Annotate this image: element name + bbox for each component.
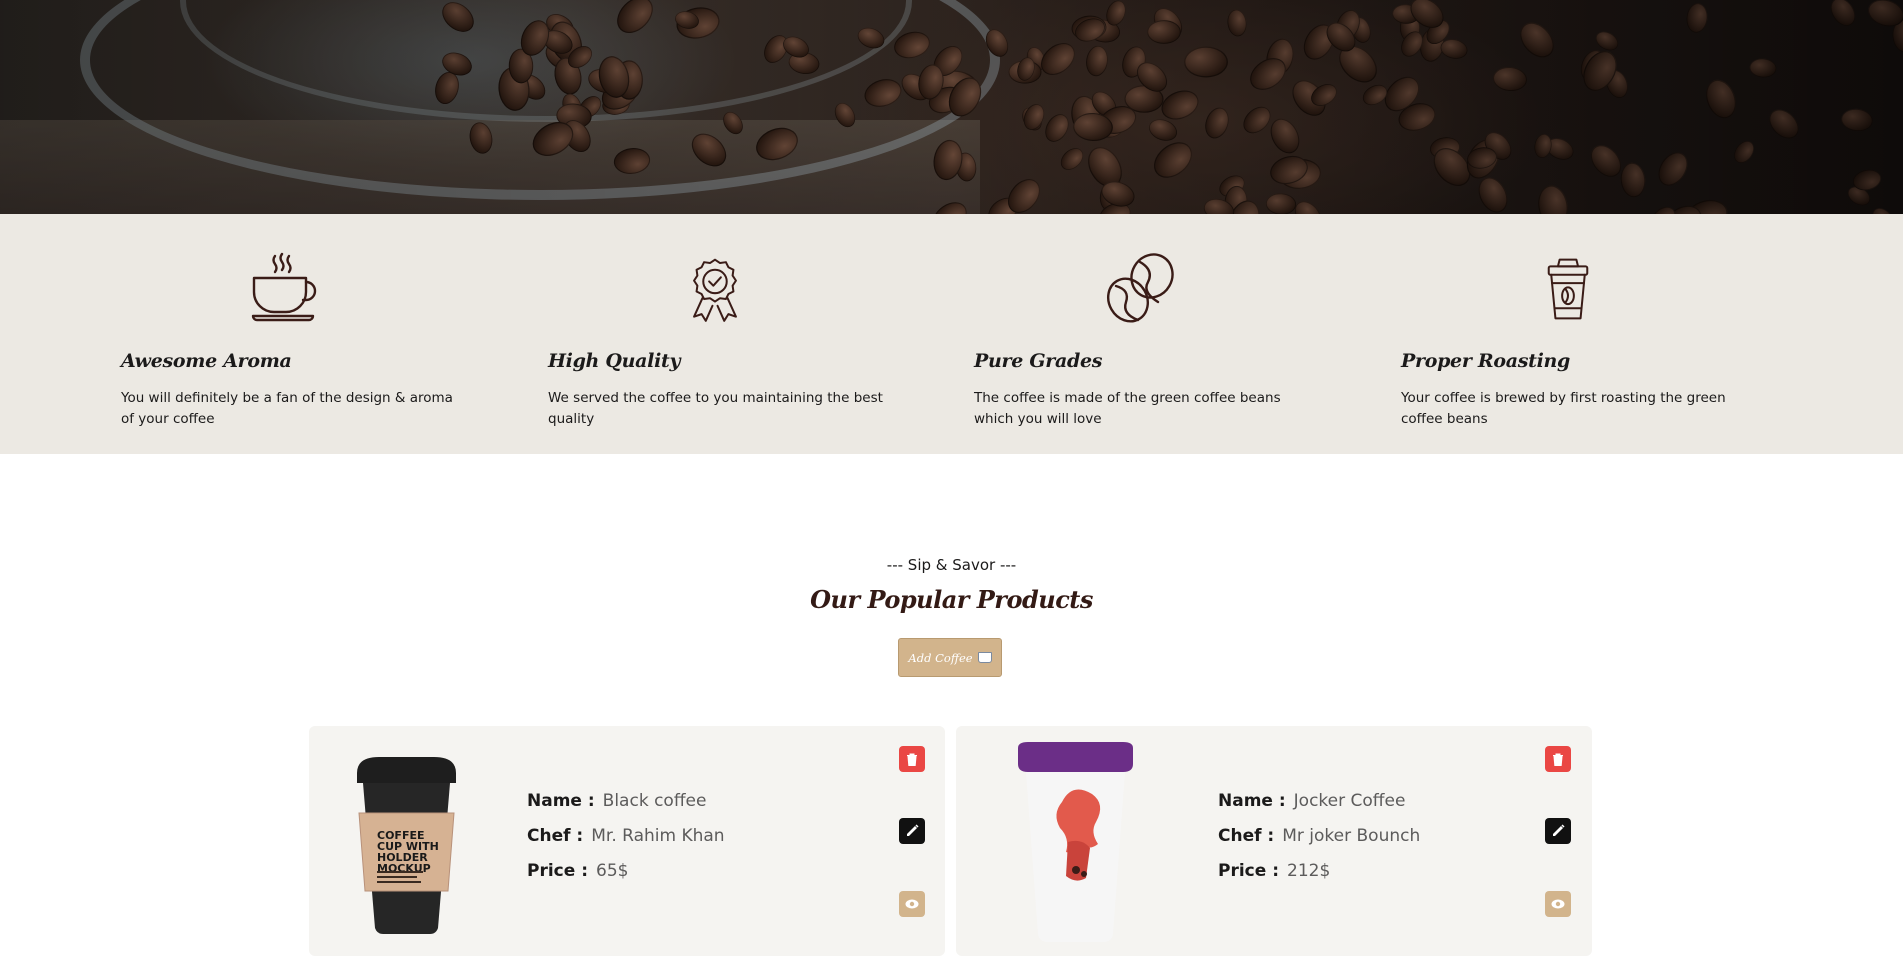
feature-title: High Quality — [548, 350, 681, 372]
edit-button[interactable] — [1545, 818, 1571, 844]
product-price-row: Price : 212$ — [1218, 861, 1330, 881]
feature-title: Awesome Aroma — [121, 350, 292, 372]
name-label: Name : — [527, 791, 595, 811]
product-price: 212$ — [1287, 861, 1331, 881]
feature-title: Pure Grades — [974, 350, 1103, 372]
delete-button[interactable] — [899, 746, 925, 772]
feature-pure-grades: Pure Grades The coffee is made of the gr… — [974, 214, 1334, 454]
coffee-cup-icon — [251, 252, 317, 322]
product-price: 65$ — [596, 861, 629, 881]
product-name-row: Name : Jocker Coffee — [1218, 791, 1405, 811]
feature-title: Proper Roasting — [1401, 350, 1571, 372]
section-title: Our Popular Products — [810, 585, 1093, 614]
add-coffee-button[interactable]: Add Coffee — [898, 638, 1002, 677]
price-label: Price : — [527, 861, 588, 881]
cup-icon — [977, 652, 992, 663]
view-button[interactable] — [899, 891, 925, 917]
trash-icon — [1553, 753, 1563, 766]
product-image: COFFEE CUP WITH HOLDER MOCKUP — [349, 751, 464, 936]
feature-text: The coffee is made of the green coffee b… — [974, 390, 1281, 427]
product-chef-row: Chef : Mr. Rahim Khan — [527, 826, 725, 846]
takeaway-cup-icon — [1547, 258, 1589, 320]
product-name: Black coffee — [602, 791, 707, 811]
coffee-bean-icon — [1107, 253, 1174, 323]
pencil-icon — [1553, 824, 1565, 836]
chef-label: Chef : — [527, 826, 584, 846]
edit-button[interactable] — [899, 818, 925, 844]
feature-text: We served the coffee to you maintaining … — [548, 390, 883, 427]
feature-text: Your coffee is brewed by first roasting … — [1401, 390, 1726, 427]
product-price-row: Price : 65$ — [527, 861, 628, 881]
add-coffee-label: Add Coffee — [908, 650, 973, 665]
feature-text: You will definitely be a fan of the desi… — [121, 390, 453, 427]
eye-icon — [1551, 899, 1565, 909]
features-section: Awesome Aroma You will definitely be a f… — [0, 214, 1903, 454]
product-name-row: Name : Black coffee — [527, 791, 706, 811]
trash-icon — [907, 753, 917, 766]
product-card: Name : Jocker Coffee Chef : Mr joker Bounc… — [956, 726, 1592, 956]
product-card: COFFEE CUP WITH HOLDER MOCKUP Name : Black c… — [309, 726, 945, 956]
chef-label: Chef : — [1218, 826, 1275, 846]
view-button[interactable] — [1545, 891, 1571, 917]
feature-high-quality: High Quality We served the coffee to you… — [548, 214, 908, 454]
feature-proper-roasting: Proper Roasting Your coffee is brewed by… — [1401, 214, 1761, 454]
feature-awesome-aroma: Awesome Aroma You will definitely be a f… — [121, 214, 481, 454]
price-label: Price : — [1218, 861, 1279, 881]
product-chef-row: Chef : Mr joker Bounch — [1218, 826, 1420, 846]
product-chef: Mr. Rahim Khan — [591, 826, 725, 846]
hero-banner — [0, 0, 1903, 214]
pencil-icon — [907, 824, 919, 836]
section-subtitle: --- Sip & Savor --- — [886, 556, 1017, 574]
product-name: Jocker Coffee — [1293, 791, 1406, 811]
eye-icon — [905, 899, 919, 909]
name-label: Name : — [1218, 791, 1286, 811]
quality-badge-icon — [693, 258, 737, 322]
product-chef: Mr joker Bounch — [1282, 826, 1421, 846]
delete-button[interactable] — [1545, 746, 1571, 772]
product-image — [1008, 742, 1143, 942]
